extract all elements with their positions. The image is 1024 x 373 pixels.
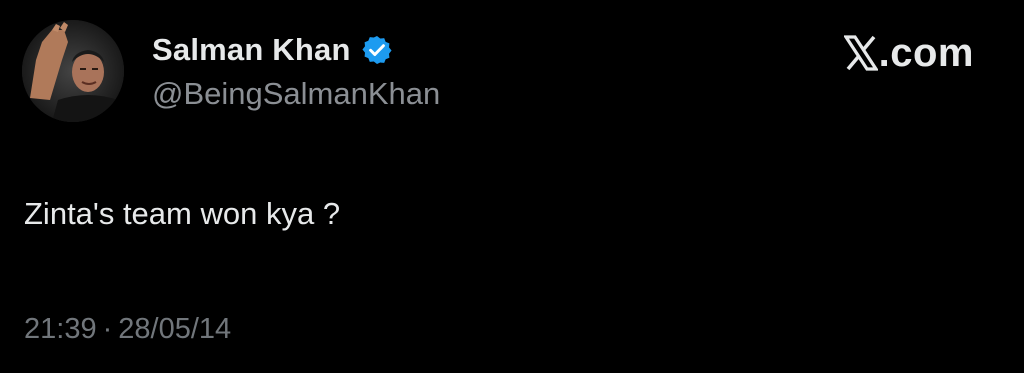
user-handle[interactable]: @BeingSalmanKhan xyxy=(152,76,440,112)
x-logo-icon xyxy=(843,35,878,71)
avatar-photo xyxy=(22,20,124,122)
tweet-header: Salman Khan @BeingSalmanKhan xyxy=(22,18,440,124)
tweet-time: 21:39 xyxy=(24,313,97,345)
user-identity: Salman Khan @BeingSalmanKhan xyxy=(152,30,440,112)
verified-badge-icon xyxy=(361,34,393,66)
avatar[interactable] xyxy=(22,20,124,122)
meta-separator: · xyxy=(102,313,113,345)
name-row: Salman Khan xyxy=(152,30,440,70)
display-name[interactable]: Salman Khan xyxy=(152,32,351,68)
brand-watermark: .com xyxy=(843,30,974,76)
tweet-timestamp[interactable]: 21:39 · 28/05/14 xyxy=(24,313,231,346)
brand-domain-text: .com xyxy=(878,30,974,75)
tweet-date: 28/05/14 xyxy=(118,313,232,345)
tweet-card: Salman Khan @BeingSalmanKhan .com Zinta'… xyxy=(0,0,1024,373)
tweet-text: Zinta's team won kya ? xyxy=(24,196,341,231)
